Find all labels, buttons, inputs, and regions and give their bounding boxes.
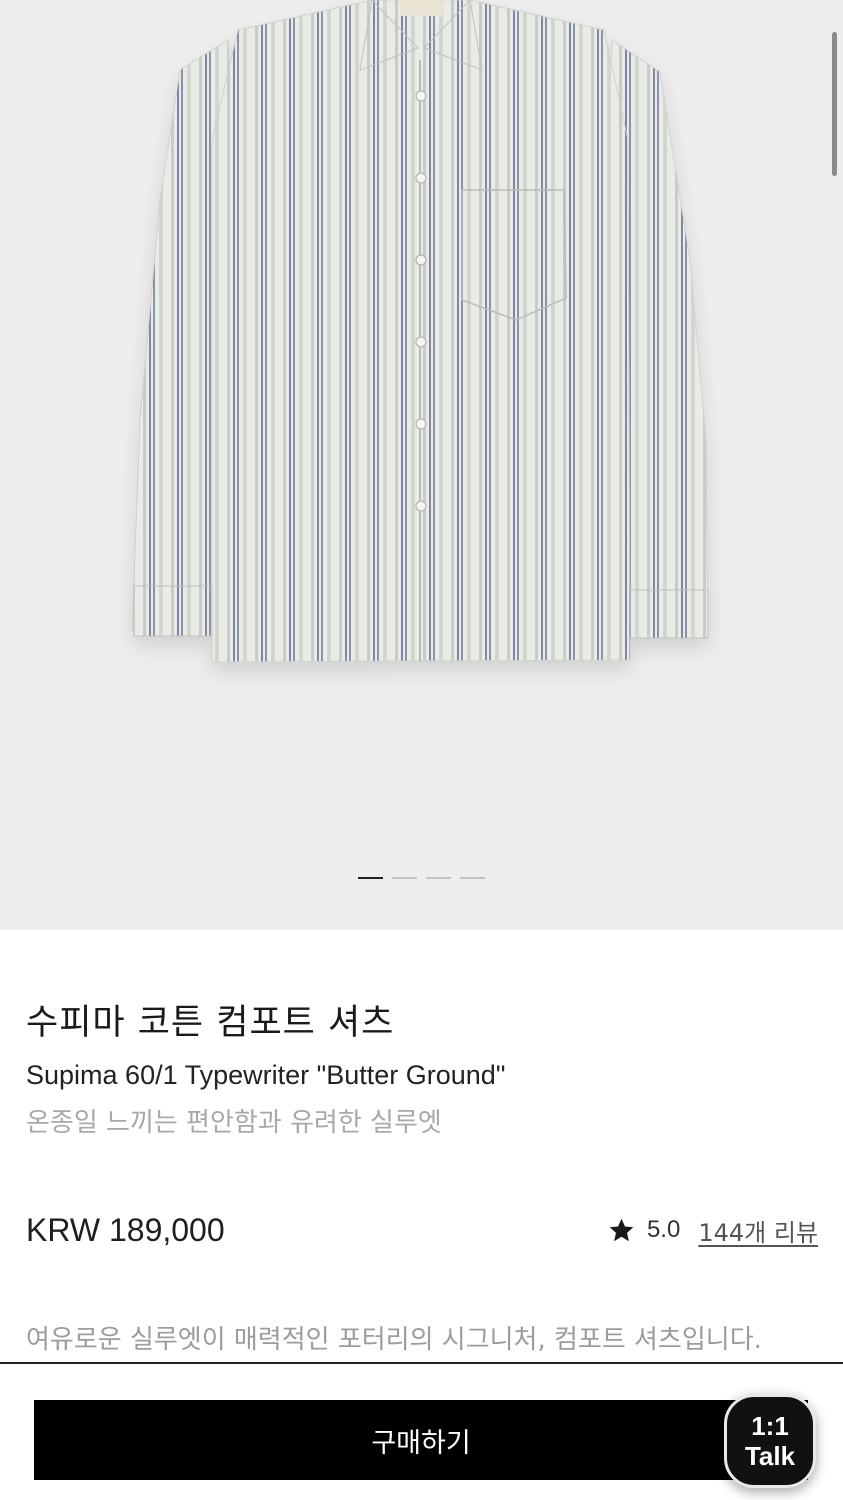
carousel-dot[interactable] <box>358 877 383 879</box>
talk-label-line1: 1:1 <box>751 1411 789 1441</box>
product-name-english: Supima 60/1 Typewriter "Butter Ground" <box>26 1060 506 1090</box>
product-image-carousel[interactable] <box>0 0 843 930</box>
bottom-action-bar: 구매하기 1:1 Talk <box>0 1362 843 1500</box>
rating-summary: 5.0 144개 리뷰 <box>608 1212 818 1248</box>
product-price: KRW 189,000 <box>26 1212 225 1248</box>
review-count-link[interactable]: 144개 리뷰 <box>698 1213 818 1248</box>
product-description: 여유로운 실루엣이 매력적인 포터리의 시그니처, 컴포트 셔츠입니다. <box>26 1325 762 1355</box>
talk-label-line2: Talk <box>744 1441 796 1471</box>
buy-button[interactable]: 구매하기 <box>34 1400 808 1480</box>
carousel-indicator <box>358 877 485 879</box>
carousel-dot[interactable] <box>426 877 451 879</box>
page-scrollbar[interactable] <box>832 32 837 176</box>
product-info: 수피마 코튼 컴포트 셔츠 Supima 60/1 Typewriter "Bu… <box>26 1000 826 1140</box>
talk-chat-button[interactable]: 1:1 Talk <box>724 1394 816 1488</box>
product-subtitle: 온종일 느끼는 편안함과 유려한 실루엣 <box>26 1108 442 1138</box>
price-row: KRW 189,000 5.0 144개 리뷰 <box>26 1208 818 1252</box>
product-image <box>131 0 709 663</box>
carousel-dot[interactable] <box>460 877 485 879</box>
product-name-korean: 수피마 코튼 컴포트 셔츠 <box>26 1003 395 1043</box>
rating-score: 5.0 <box>646 1216 681 1243</box>
carousel-dot[interactable] <box>392 877 417 879</box>
star-icon <box>609 1218 634 1241</box>
